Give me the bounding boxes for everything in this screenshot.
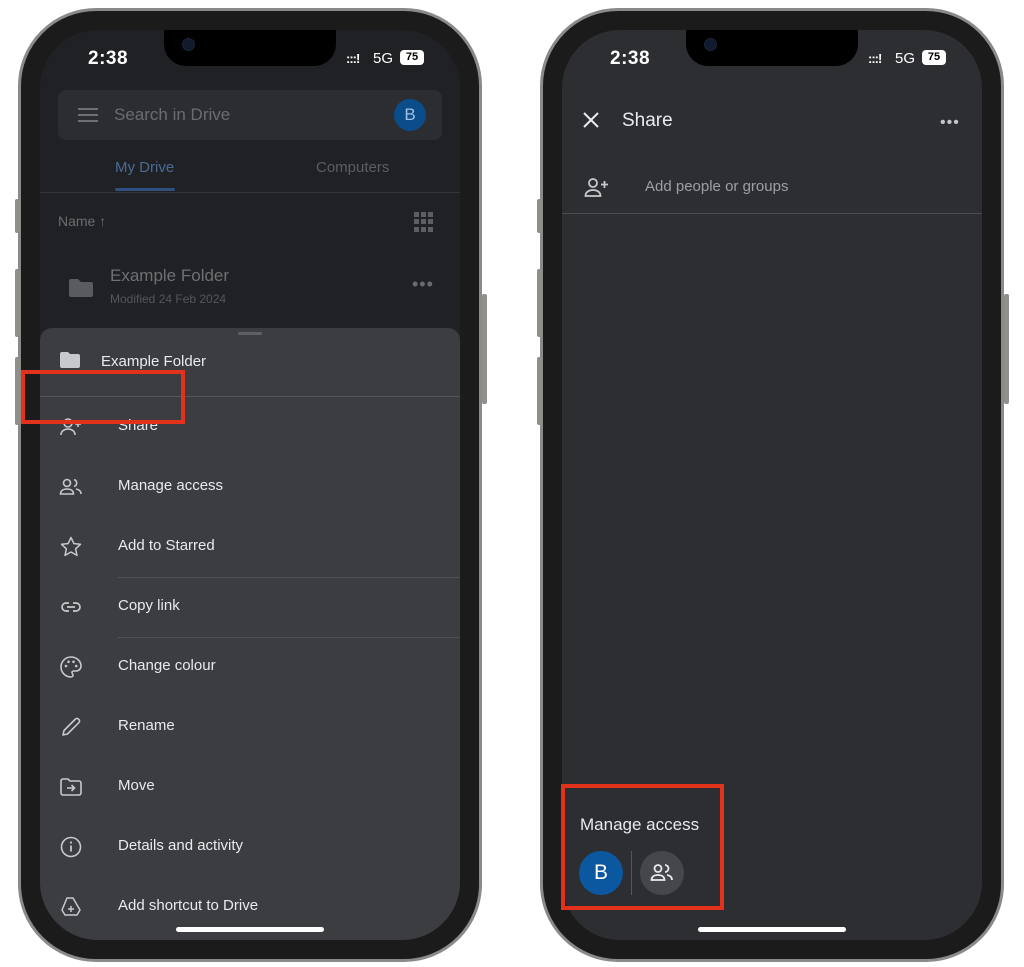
menu-item-details-and-activity[interactable]: Details and activity [40,817,460,877]
active-tab-indicator [115,188,175,191]
sheet-title: Example Folder [101,353,207,370]
status-time: 2:38 [88,48,129,69]
folder-icon [69,279,93,297]
file-name[interactable]: Example Folder [110,266,229,286]
menu-item-label: Add to Starred [118,537,215,554]
info-icon [60,836,82,858]
close-icon[interactable] [582,111,600,129]
camera [704,38,717,51]
more-options-icon[interactable]: ••• [412,274,434,295]
drive-shortcut-icon [61,897,81,916]
divider [40,192,460,193]
menu-item-label: Change colour [118,657,216,674]
share-app-bar: Share ••• [562,90,982,150]
volume-up-button [537,269,542,337]
people-icon [59,478,82,495]
network-label: 5G [373,50,394,67]
person-add-icon [584,178,608,197]
volume-up-button [15,269,20,337]
sort-by-name-button[interactable]: Name ↑ [58,213,106,229]
menu-item-label: Move [118,777,155,794]
menu-item-label: Manage access [118,477,224,494]
grid-view-icon[interactable] [414,212,434,232]
home-indicator[interactable] [698,927,846,932]
notch [164,30,336,66]
add-people-input[interactable]: Add people or groups [645,178,788,195]
menu-item-move[interactable]: Move [40,757,460,817]
file-modified-date: Modified 24 Feb 2024 [110,292,227,306]
mute-switch [15,199,20,233]
camera [182,38,195,51]
page-title: Share [622,110,673,131]
menu-item-label: Details and activity [118,837,244,854]
tab-my-drive[interactable]: My Drive [115,159,174,176]
account-avatar[interactable]: B [394,99,426,131]
battery-icon: 75 [400,50,424,65]
move-folder-icon [60,778,82,796]
menu-item-manage-access[interactable]: Manage access [40,457,460,517]
manage-access-highlight-box [561,784,724,910]
mute-switch [537,199,542,233]
menu-item-label: Rename [118,717,175,734]
tab-computers[interactable]: Computers [316,159,389,176]
folder-icon [60,352,80,368]
signal-icon: :::! [868,51,882,66]
palette-icon [60,656,82,678]
signal-icon: :::! [346,51,360,66]
home-indicator[interactable] [176,927,324,932]
status-time: 2:38 [610,48,651,69]
menu-item-rename[interactable]: Rename [40,697,460,757]
volume-down-button [15,357,20,425]
menu-item-label: Copy link [118,597,180,614]
left-phone-frame: 2:38 :::! 5G 75 Search in Drive B My Dri… [15,8,487,962]
search-input[interactable]: Search in Drive [114,105,230,125]
notch [686,30,858,66]
left-screen: 2:38 :::! 5G 75 Search in Drive B My Dri… [40,30,460,940]
menu-item-change-colour[interactable]: Change colour [40,637,460,697]
star-icon [60,536,82,557]
power-button [1004,294,1009,404]
menu-icon[interactable] [78,108,98,126]
more-options-icon[interactable]: ••• [940,114,960,132]
link-icon [61,602,81,612]
battery-icon: 75 [922,50,946,65]
share-highlight-box [21,370,185,424]
menu-item-add-to-starred[interactable]: Add to Starred [40,517,460,577]
search-bar[interactable]: Search in Drive B [58,90,442,140]
network-label: 5G [895,50,916,67]
menu-item-copy-link[interactable]: Copy link [40,577,460,637]
divider [562,213,982,214]
volume-down-button [537,357,542,425]
power-button [482,294,487,404]
menu-item-label: Add shortcut to Drive [118,897,259,914]
pencil-icon [62,717,81,736]
